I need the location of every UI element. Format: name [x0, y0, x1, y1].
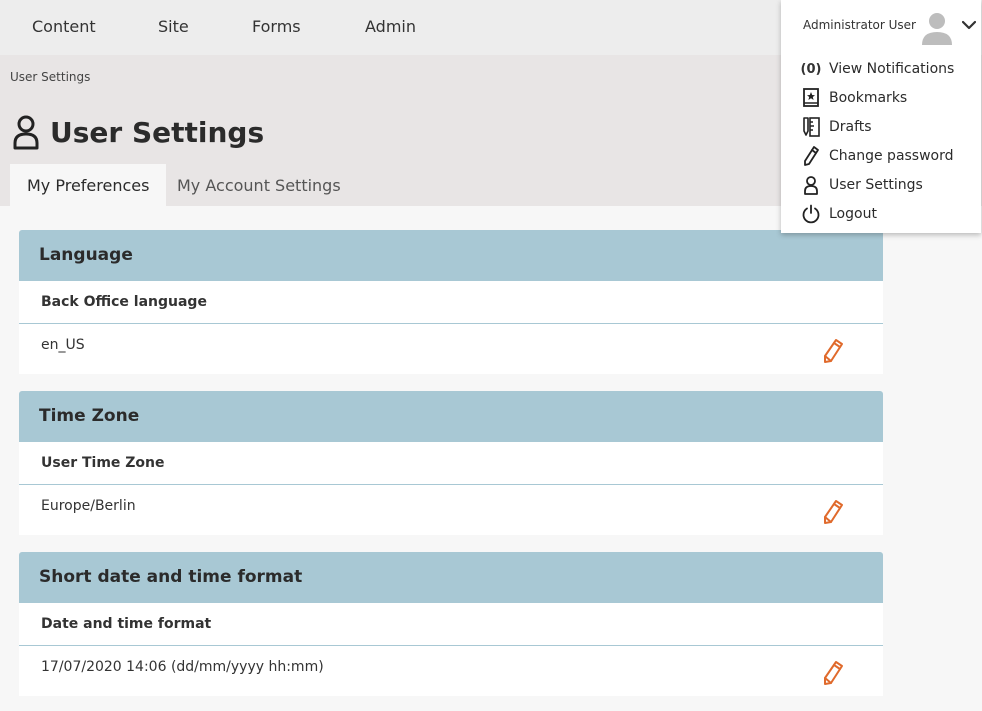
menu-item-user-settings[interactable]: User Settings [801, 173, 923, 197]
nav-item-content[interactable]: Content [32, 17, 96, 36]
panel-title: Language [19, 230, 883, 281]
menu-item-label: Drafts [829, 119, 872, 135]
bookmark-icon [803, 88, 819, 107]
panel-field-label: Date and time format [19, 603, 883, 646]
main-content: Language Back Office language en_US Time… [0, 206, 982, 711]
user-name[interactable]: Administrator User [803, 18, 916, 32]
menu-item-label: Change password [829, 148, 954, 164]
drafts-icon [803, 117, 820, 137]
power-icon [802, 204, 820, 224]
edit-pencil-icon[interactable] [821, 659, 845, 686]
tab-my-account-settings[interactable]: My Account Settings [160, 164, 358, 206]
nav-item-site[interactable]: Site [158, 17, 189, 36]
edit-pencil-icon[interactable] [821, 498, 845, 525]
panel-field-label: Back Office language [19, 281, 883, 324]
nav-item-forms[interactable]: Forms [252, 17, 301, 36]
language-panel: Language Back Office language en_US [19, 230, 883, 374]
panel-title: Short date and time format [19, 552, 883, 603]
panel-field-label: User Time Zone [19, 442, 883, 485]
panel-field-value: 17/07/2020 14:06 (dd/mm/yyyy hh:mm) [41, 659, 324, 675]
menu-item-logout[interactable]: Logout [801, 202, 877, 226]
user-icon [804, 176, 818, 195]
time-zone-panel: Time Zone User Time Zone Europe/Berlin [19, 391, 883, 535]
notification-count-badge: (0) [800, 61, 822, 77]
avatar[interactable] [921, 11, 953, 45]
menu-item-label: User Settings [829, 177, 923, 193]
chevron-down-icon[interactable] [962, 19, 976, 31]
user-icon [13, 115, 39, 150]
page-title: User Settings [50, 115, 265, 149]
menu-item-view-notifications[interactable]: (0) View Notifications [800, 57, 955, 81]
panel-title: Time Zone [19, 391, 883, 442]
panel-field-value-row: 17/07/2020 14:06 (dd/mm/yyyy hh:mm) [19, 646, 883, 696]
menu-item-label: Bookmarks [829, 90, 908, 106]
menu-item-drafts[interactable]: Drafts [801, 115, 872, 139]
page-title-wrap: User Settings [12, 113, 264, 151]
breadcrumb: User Settings [10, 70, 91, 84]
menu-item-change-password[interactable]: Change password [801, 144, 954, 168]
pencil-icon [804, 146, 819, 166]
user-dropdown-menu: Administrator User (0) View Notification… [781, 0, 981, 233]
panel-field-value: en_US [41, 337, 85, 353]
nav-item-admin[interactable]: Admin [365, 17, 416, 36]
edit-pencil-icon[interactable] [821, 337, 845, 364]
menu-item-bookmarks[interactable]: Bookmarks [801, 86, 907, 110]
panel-field-value-row: Europe/Berlin [19, 485, 883, 535]
tab-my-preferences[interactable]: My Preferences [10, 164, 167, 206]
panel-field-value: Europe/Berlin [41, 498, 136, 514]
menu-item-label: View Notifications [829, 61, 955, 77]
menu-item-label: Logout [829, 206, 877, 222]
panel-field-value-row: en_US [19, 324, 883, 374]
date-format-panel: Short date and time format Date and time… [19, 552, 883, 696]
